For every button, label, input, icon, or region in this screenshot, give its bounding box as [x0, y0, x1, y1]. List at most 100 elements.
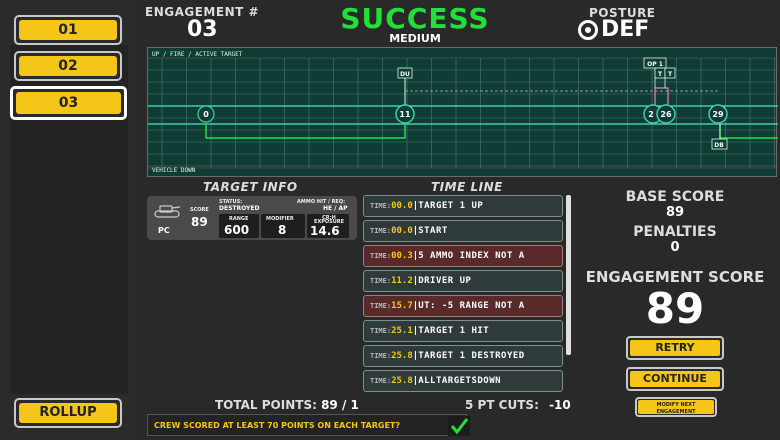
timeline-entry-time-label: TIME:: [370, 227, 392, 235]
timeline-entry-time-label: TIME:: [370, 352, 392, 360]
modifier-value: 8: [278, 223, 287, 237]
penalties-label: PENALTIES: [633, 224, 717, 240]
marker-11: 11: [395, 104, 415, 124]
timeline-entry-message: UT: -5 RANGE NOT A: [418, 301, 525, 311]
modifier-box: MODIFIER 8: [261, 214, 305, 238]
timeline-entry[interactable]: TIME:00.0|TARGET 1 UP: [363, 195, 563, 217]
timeline-entry-message: ALLTARGETSDOWN: [418, 376, 502, 386]
rollup-button[interactable]: ROLLUP: [14, 398, 122, 428]
continue-button[interactable]: CONTINUE: [626, 367, 724, 391]
total-points-value: 89 / 1: [321, 398, 359, 412]
main-panel: ENGAGEMENT # 03 SUCCESS MEDIUM POSTURE D…: [135, 0, 780, 439]
timeline-entry-time-label: TIME:: [370, 252, 392, 260]
marker-11-label: 11: [399, 110, 411, 119]
timeline-entry-time-label: TIME:: [370, 302, 392, 310]
timeline-entry-time: 25.8: [391, 351, 413, 361]
range-value: 600: [224, 223, 250, 237]
engagement-sidebar: 01 02 03 ROLLUP: [0, 0, 135, 439]
tag-du: DU: [397, 67, 413, 79]
score-label: SCORE: [190, 207, 209, 213]
marker-29: 29: [708, 104, 728, 124]
timeline-entry-message: DRIVER UP: [418, 276, 472, 286]
marker-0-label: 0: [203, 110, 209, 119]
pt-cuts-value: -10: [549, 398, 571, 412]
exposure-label: CR:H EXPOSURE: [313, 215, 345, 225]
exposure-box: CR:H EXPOSURE 14.6: [307, 214, 349, 238]
tag-op1: OP 1: [643, 57, 667, 69]
difficulty-label: MEDIUM: [389, 32, 441, 45]
engagement-02-button[interactable]: 02: [14, 51, 122, 81]
tag-db: DB: [711, 138, 728, 150]
marker-2-label: 2: [648, 110, 654, 119]
engagement-03-label: 03: [16, 92, 121, 114]
engagement-01-button[interactable]: 01: [14, 15, 122, 45]
timeline-entry-time: 00.0: [391, 201, 413, 211]
base-score-label: BASE SCORE: [625, 189, 725, 205]
checkmark-icon[interactable]: [448, 416, 470, 436]
timeline-entry-message: START: [418, 226, 448, 236]
tag-t2: T: [664, 67, 676, 79]
rollup-label: ROLLUP: [19, 403, 117, 423]
timeline-entry-time: 25.1: [391, 326, 413, 336]
crew-question-bar: CREW SCORED AT LEAST 70 POINTS ON EACH T…: [147, 414, 470, 436]
graph-bottom-label: VEHICLE DOWN: [152, 167, 196, 174]
engagement-score-value: 89: [645, 284, 705, 333]
base-score-value: 89: [665, 205, 685, 220]
timeline-entry[interactable]: TIME:15.7|UT: -5 RANGE NOT A: [363, 295, 563, 317]
retry-label: RETRY: [630, 340, 720, 356]
continue-label: CONTINUE: [630, 371, 720, 387]
posture-value: DEF: [601, 17, 650, 42]
timeline-entry-time: 15.7: [391, 301, 413, 311]
tag-db-label: DB: [714, 142, 724, 149]
timeline-entry[interactable]: TIME:25.1|TARGET 1 HIT: [363, 320, 563, 342]
timeline-entry[interactable]: TIME:25.8|TARGET 1 DESTROYED: [363, 345, 563, 367]
penalties-value: 0: [670, 240, 680, 255]
exposure-value: 14.6: [310, 224, 340, 238]
marker-26: 26: [656, 104, 676, 124]
crew-question-text: CREW SCORED AT LEAST 70 POINTS ON EACH T…: [154, 421, 401, 430]
target-info-title: TARGET INFO: [203, 180, 298, 194]
target-status: DESTROYED: [219, 205, 260, 212]
target-score: 89: [191, 215, 208, 229]
timeline-entry-message: TARGET 1 DESTROYED: [418, 351, 525, 361]
timeline-entry[interactable]: TIME:25.8|ALLTARGETSDOWN: [363, 370, 563, 392]
timeline-entry-time: 25.8: [391, 376, 413, 386]
timeline-list[interactable]: TIME:00.0|TARGET 1 UP TIME:00.0|START TIME…: [363, 195, 565, 400]
range-box: RANGE 600: [219, 214, 259, 238]
modify-next-engagement-button[interactable]: MODIFY NEXT ENGAGEMENT: [635, 397, 717, 417]
timeline-entry-message: TARGET 1 UP: [418, 201, 484, 211]
timeline-entry[interactable]: TIME:00.3|5 AMMO INDEX NOT A: [363, 245, 563, 267]
timeline-graph: 0 11 2 26 29 DU OP 1 T T DB UP / FIRE / …: [147, 47, 778, 177]
timeline-entry[interactable]: TIME:11.2|DRIVER UP: [363, 270, 563, 292]
tag-du-label: DU: [400, 71, 410, 78]
timeline-entry-message: TARGET 1 HIT: [418, 326, 490, 336]
engagement-01-label: 01: [19, 20, 117, 40]
target-card[interactable]: PC SCORE 89 STATUS: DESTROYED AMMO HIT /…: [147, 196, 357, 240]
timeline-entry-time: 00.0: [391, 226, 413, 236]
range-label: RANGE: [229, 216, 249, 222]
timeline-entry-time-label: TIME:: [370, 202, 392, 210]
timeline-graph-svg: 0 11 2 26 29 DU OP 1 T T DB: [148, 57, 778, 169]
timeline-entry-time-label: TIME:: [370, 377, 392, 385]
total-points: TOTAL POINTS: 89 / 1: [215, 398, 359, 412]
target-type: PC: [158, 226, 170, 235]
timeline-scrollbar[interactable]: [566, 195, 571, 355]
timeline-entry[interactable]: TIME:00.0|START: [363, 220, 563, 242]
modify-next-engagement-label: MODIFY NEXT ENGAGEMENT: [638, 400, 714, 415]
tag-op1-label: OP 1: [647, 61, 663, 68]
ammo-value: HE / AP: [323, 205, 348, 212]
engagement-02-label: 02: [19, 56, 117, 76]
timeline-entry-time-label: TIME:: [370, 327, 392, 335]
retry-button[interactable]: RETRY: [626, 336, 724, 360]
timeline-entry-time-label: TIME:: [370, 277, 392, 285]
pt-cuts-label: 5 PT CUTS:: [465, 398, 539, 412]
marker-0: 0: [197, 105, 215, 123]
target-posture-icon: [578, 20, 598, 40]
tank-icon: [153, 202, 181, 220]
result-title: SUCCESS: [340, 2, 490, 35]
timeline-title: TIME LINE: [431, 180, 503, 194]
marker-26-label: 26: [660, 110, 672, 119]
marker-29-label: 29: [712, 110, 724, 119]
pt-cuts: 5 PT CUTS: -10: [465, 398, 571, 412]
engagement-03-button[interactable]: 03: [10, 86, 127, 120]
